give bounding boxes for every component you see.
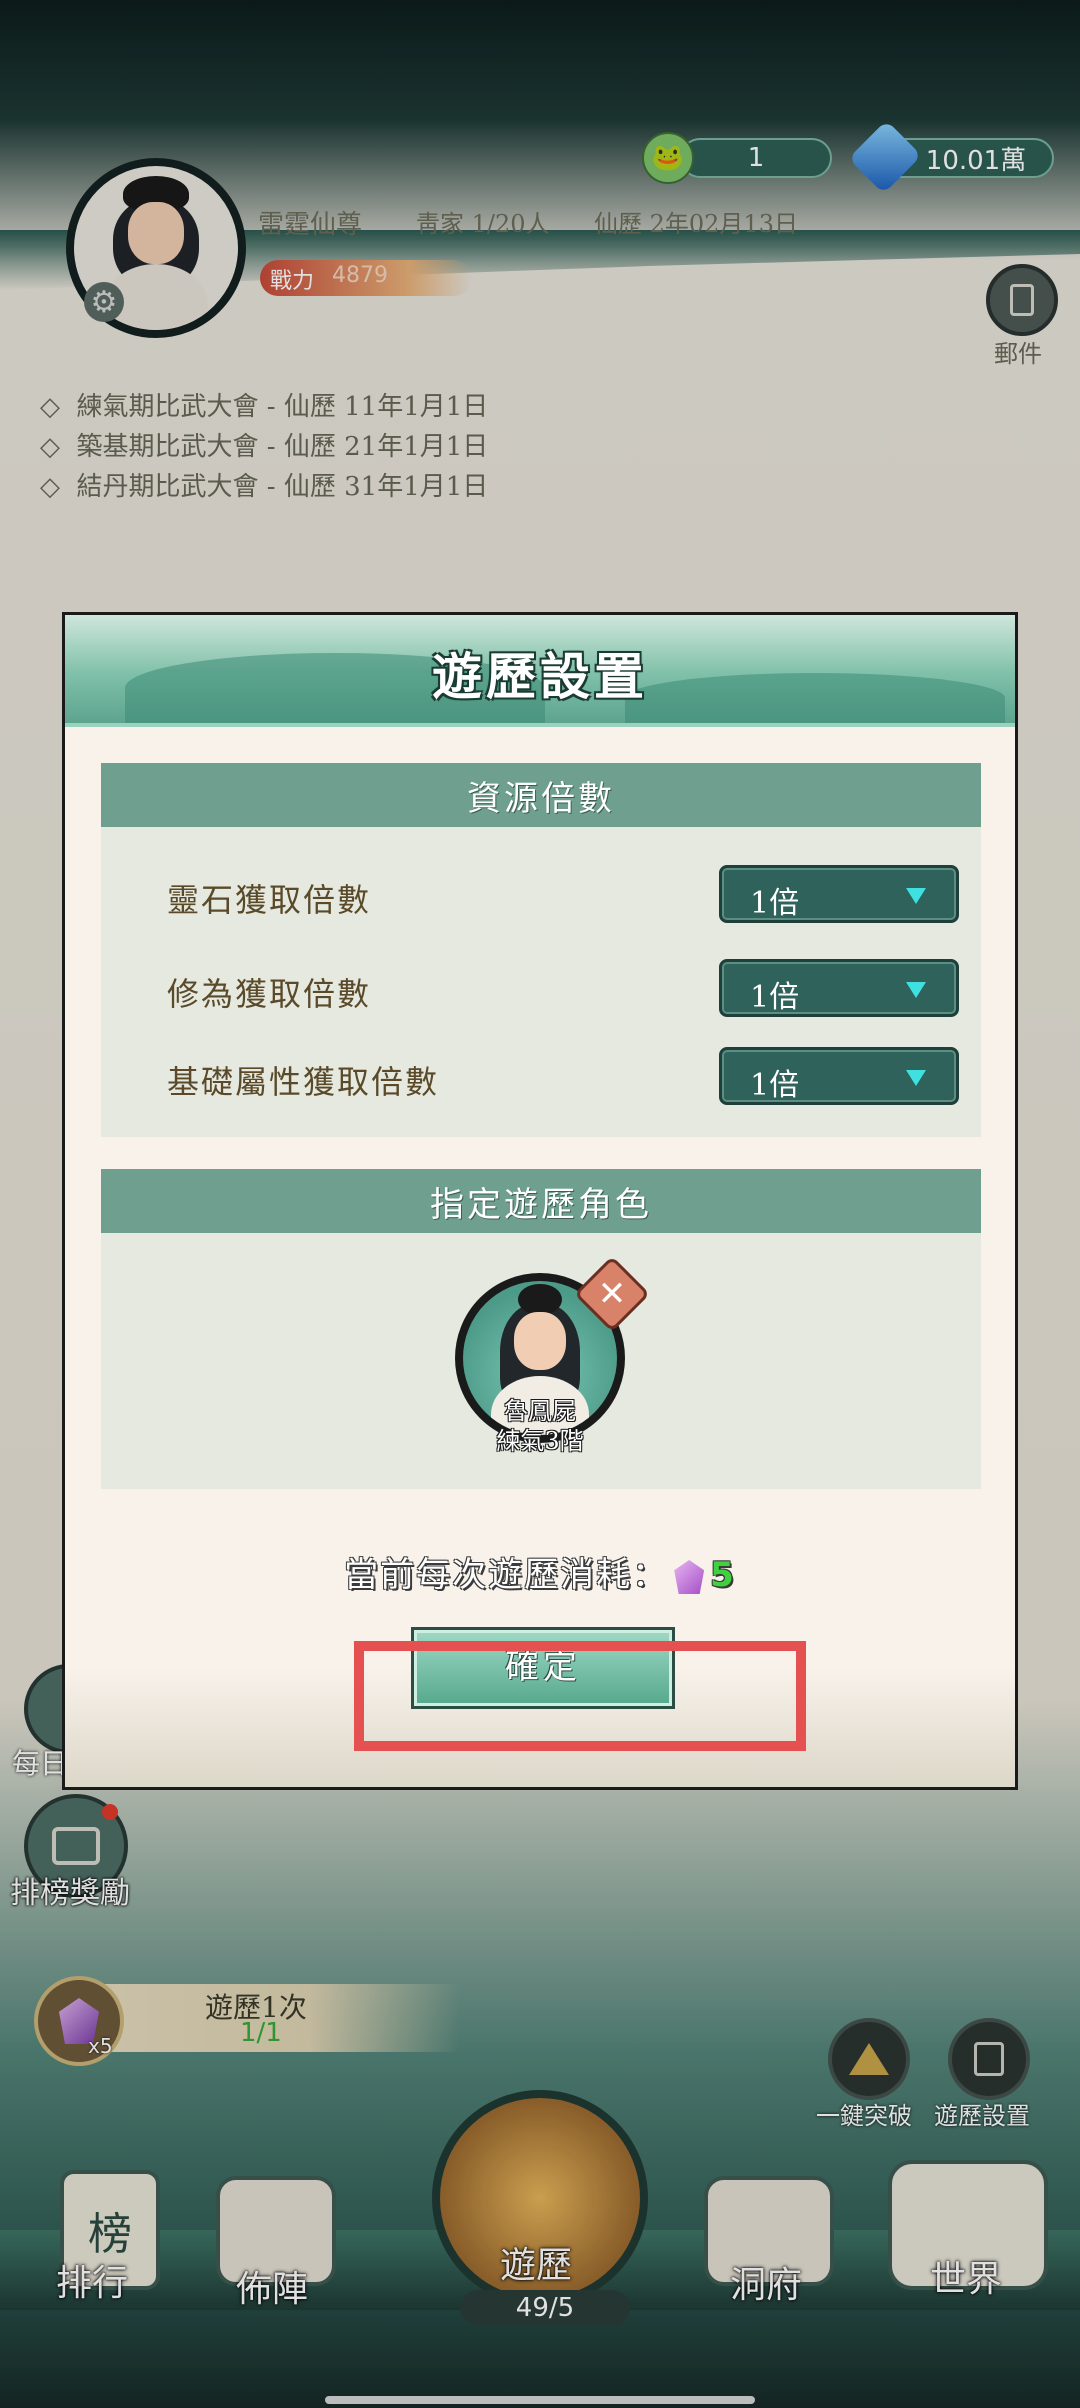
cost-label: 當前每次遊歷消耗： bbox=[344, 1555, 669, 1595]
cultivation-multiplier-value: 1倍 bbox=[750, 980, 800, 1015]
base-attribute-multiplier-value: 1倍 bbox=[750, 1068, 800, 1103]
cost-per-travel: 當前每次遊歷消耗： 5 bbox=[65, 1547, 1015, 1596]
chevron-down-icon bbox=[906, 888, 926, 904]
travel-settings-dialog: 遊歷設置 資源倍數 靈石獲取倍數 1倍 修為獲取倍數 1倍 基礎屬性獲取倍數 1… bbox=[62, 612, 1018, 1790]
cultivation-multiplier-dropdown[interactable]: 1倍 bbox=[719, 959, 959, 1017]
character-realm: 練氣3階 bbox=[496, 1427, 584, 1455]
resource-multiplier-header: 資源倍數 bbox=[101, 763, 981, 827]
chevron-down-icon bbox=[906, 1070, 926, 1086]
spirit-stone-multiplier-dropdown[interactable]: 1倍 bbox=[719, 865, 959, 923]
cost-value: 5 bbox=[710, 1555, 736, 1595]
crystal-icon bbox=[674, 1560, 705, 1594]
dialog-header: 遊歷設置 bbox=[65, 615, 1015, 727]
home-indicator[interactable] bbox=[325, 2396, 755, 2404]
base-attribute-multiplier-label: 基礎屬性獲取倍數 bbox=[167, 1063, 440, 1101]
spirit-stone-multiplier-label: 靈石獲取倍數 bbox=[167, 881, 372, 919]
cultivation-multiplier-label: 修為獲取倍數 bbox=[167, 975, 372, 1013]
spirit-stone-multiplier-value: 1倍 bbox=[750, 886, 800, 921]
confirm-highlight-box bbox=[354, 1641, 806, 1751]
dialog-title: 遊歷設置 bbox=[432, 647, 648, 706]
designated-role-header: 指定遊歷角色 bbox=[101, 1169, 981, 1233]
chevron-down-icon bbox=[906, 982, 926, 998]
base-attribute-multiplier-dropdown[interactable]: 1倍 bbox=[719, 1047, 959, 1105]
resource-multiplier-section: 靈石獲取倍數 1倍 修為獲取倍數 1倍 基礎屬性獲取倍數 1倍 bbox=[101, 827, 981, 1137]
